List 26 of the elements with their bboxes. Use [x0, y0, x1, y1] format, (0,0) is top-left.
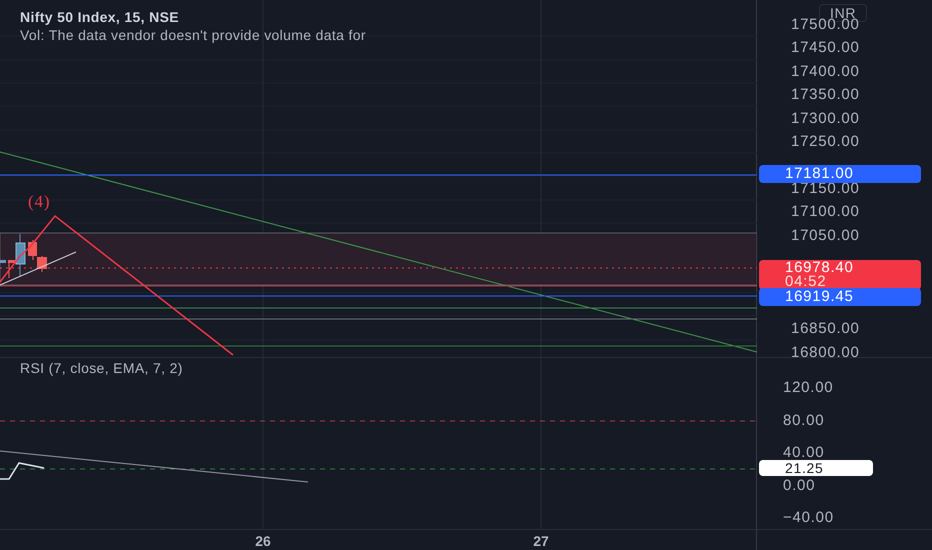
time-axis-label: 27 — [533, 532, 549, 550]
price-axis-label: 17450.00 — [791, 39, 860, 58]
rsi-axis-label: 120.00 — [783, 379, 834, 397]
price-level-label: 17181.00 — [759, 165, 921, 184]
time-axis-label: 26 — [255, 532, 271, 550]
price-axis-label: 17250.00 — [791, 133, 860, 151]
price-axis-label: 16800.00 — [791, 344, 860, 362]
rsi-signal-line — [0, 462, 44, 480]
last-price-label: 16978.40 04:52 — [759, 260, 921, 290]
price-axis-label: 16850.00 — [791, 320, 860, 338]
chart-title: Nifty 50 Index, 15, NSE — [20, 8, 180, 26]
price-level-label: 16919.45 — [759, 288, 921, 306]
rsi-axis-label: 80.00 — [783, 412, 824, 430]
price-axis-label: 17050.00 — [791, 226, 860, 245]
candlestick-drawing — [0, 234, 47, 278]
price-axis-label: 17100.00 — [791, 203, 860, 222]
price-axis-label: 17300.00 — [791, 110, 860, 128]
price-axis-label: 17350.00 — [791, 86, 860, 104]
wave-label: (4) — [28, 191, 50, 213]
rsi-axis-label: 0.00 — [783, 476, 816, 495]
price-axis-label: 17400.00 — [791, 62, 860, 81]
rsi-axis-label: −40.00 — [783, 509, 834, 528]
rsi-axis-label: 40.00 — [783, 444, 824, 462]
volume-note: Vol: The data vendor doesn't provide volume data for — [20, 26, 366, 44]
rsi-value-label: 21.25 — [759, 460, 873, 476]
indicator-title: RSI (7, close, EMA, 7, 2) — [20, 359, 183, 378]
